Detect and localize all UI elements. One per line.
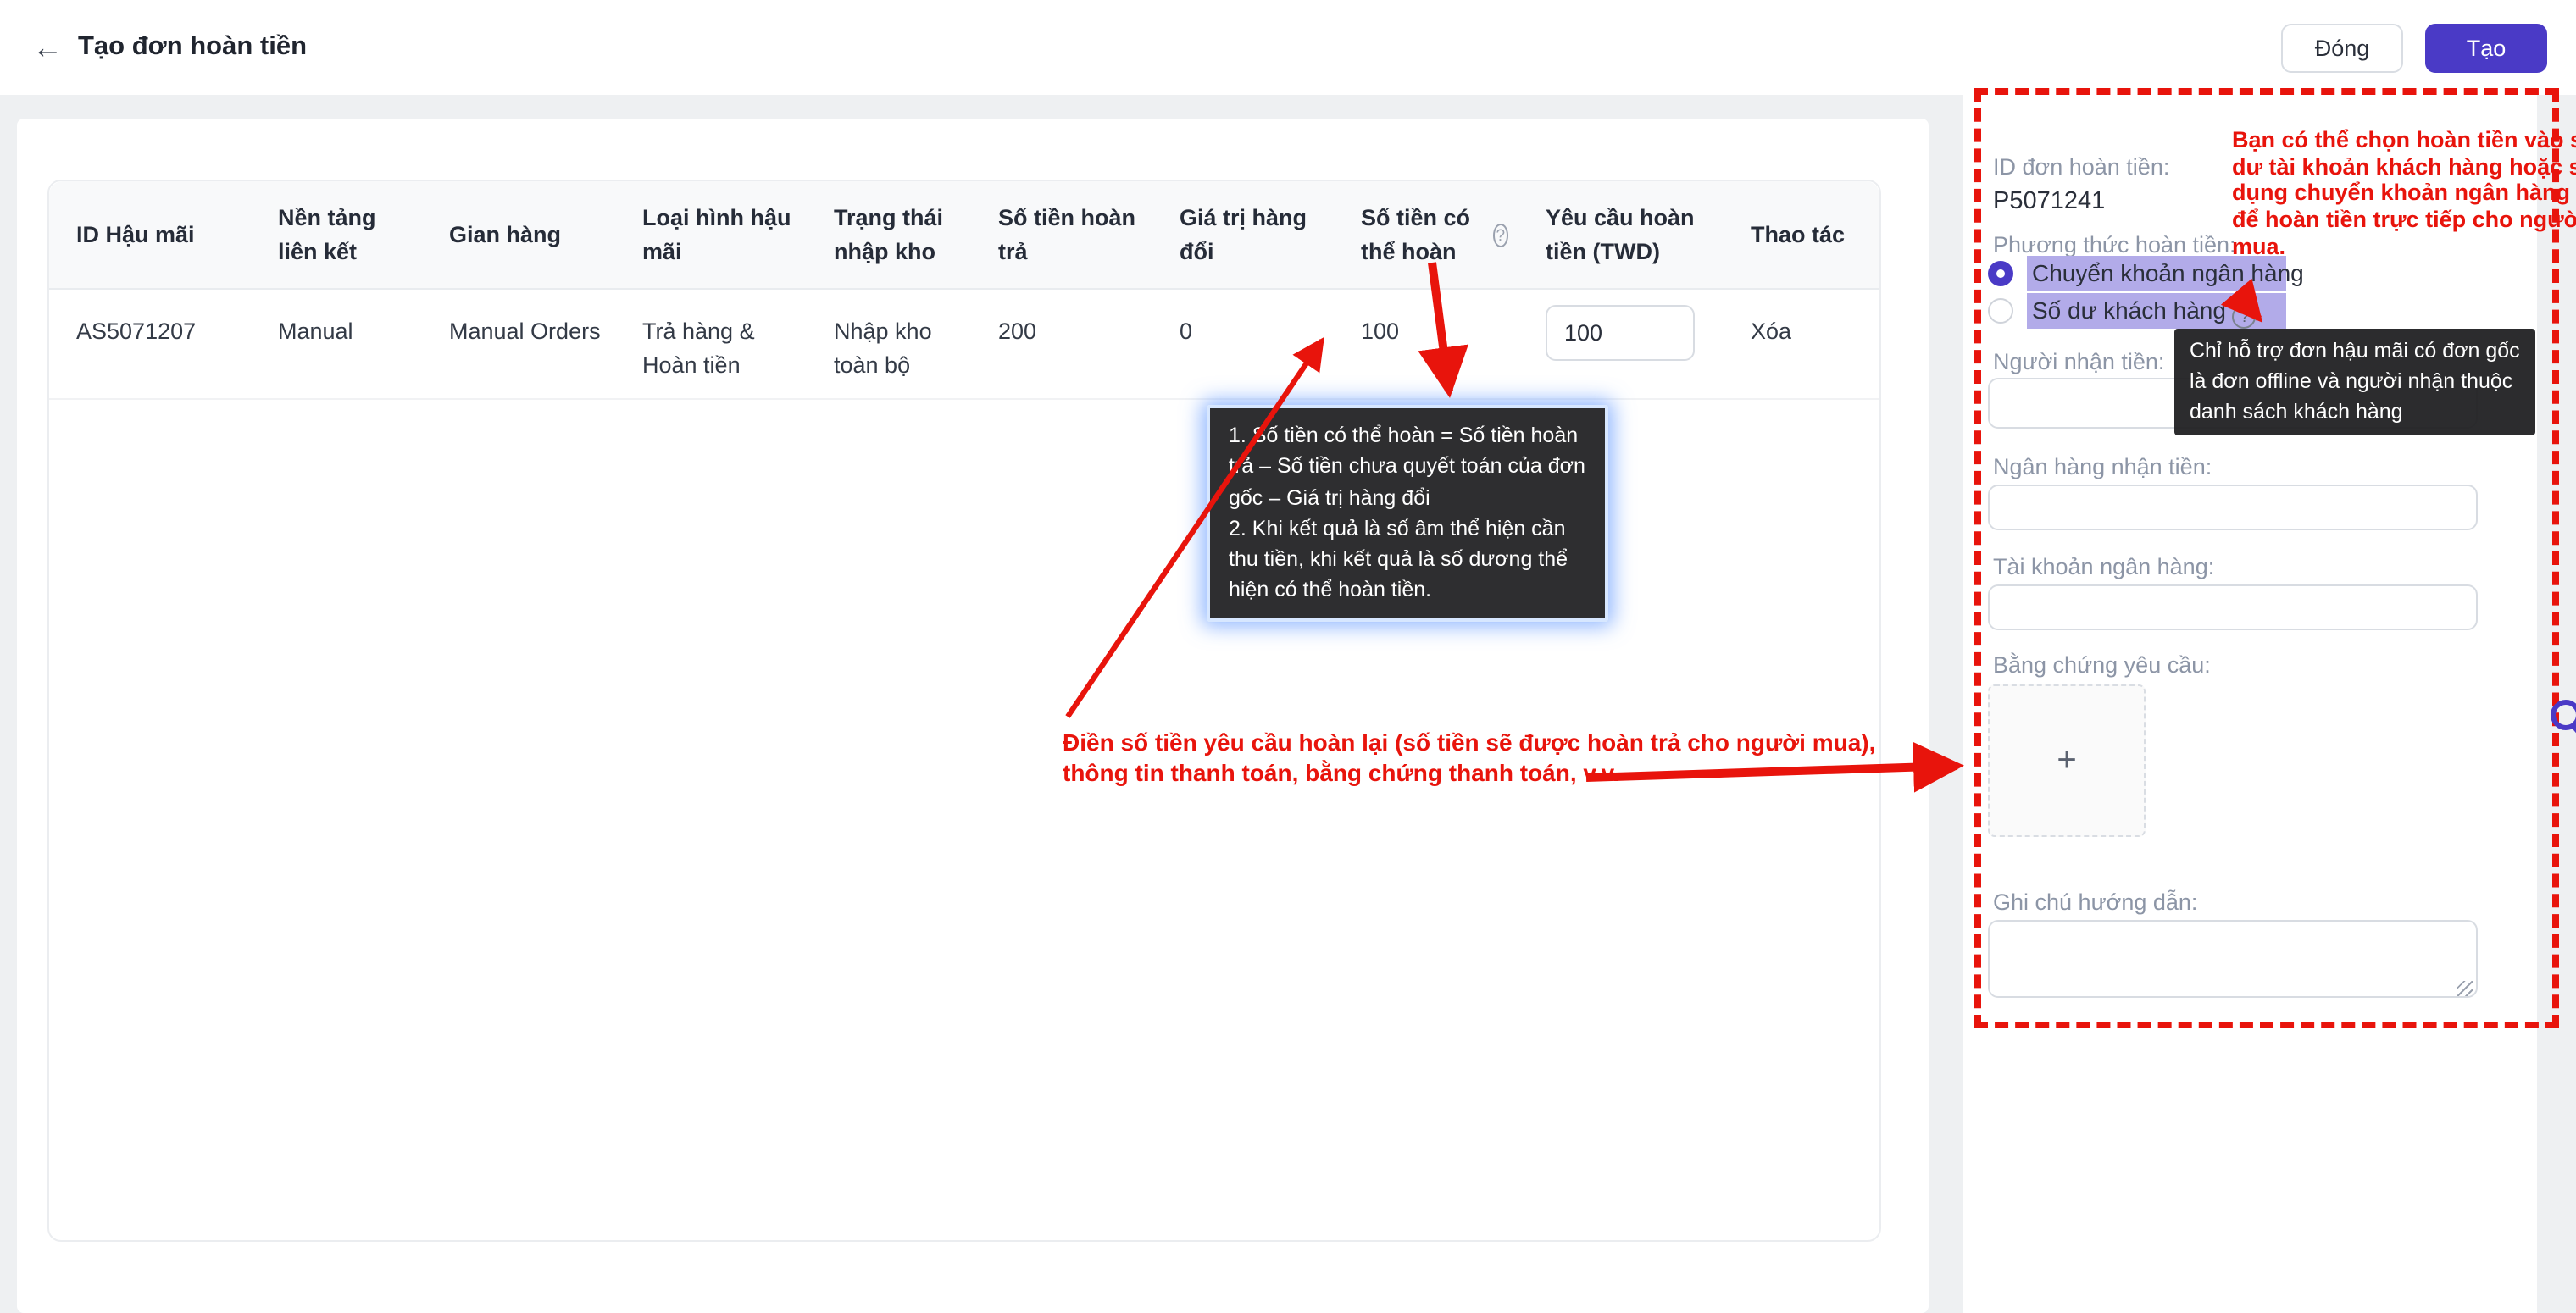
back-arrow-icon[interactable]: ← bbox=[27, 27, 68, 68]
receiver-label: Người nhận tiền: bbox=[1993, 349, 2164, 374]
cell-type: Trả hàng & Hoàn tiền bbox=[615, 290, 807, 398]
cell-warehouse-status: Nhập kho toàn bộ bbox=[807, 290, 971, 398]
refundable-formula-tooltip: 1. Số tiền có thể hoàn = Số tiền hoàn tr… bbox=[1207, 405, 1608, 621]
col-header-exchange-value: Giá trị hàng đổi bbox=[1152, 181, 1334, 288]
cell-request-amount bbox=[1518, 290, 1724, 398]
upload-evidence-button[interactable]: + bbox=[1988, 684, 2146, 837]
delete-row-button[interactable]: Xóa bbox=[1724, 290, 1879, 398]
cell-refundable: 100 bbox=[1334, 290, 1518, 398]
aftersales-table: ID Hậu mãi Nền tảng liên kết Gian hàng L… bbox=[47, 180, 1881, 1242]
method-note-line: Bạn có thể chọn hoàn tiền vào số bbox=[2232, 127, 2576, 153]
method-option-bank-transfer[interactable]: Chuyển khoản ngân hàng bbox=[1988, 256, 2286, 291]
cell-store: Manual Orders bbox=[422, 290, 615, 398]
radio-selected-icon[interactable] bbox=[1988, 261, 2013, 286]
col-header-type: Loại hình hậu mãi bbox=[615, 181, 807, 288]
note-label: Ghi chú hướng dẫn: bbox=[1993, 889, 2197, 915]
fill-amount-annotation-line1: Điền số tiền yêu cầu hoàn lại (số tiền s… bbox=[1063, 729, 1875, 759]
refund-method-label: Phương thức hoàn tiền: bbox=[1993, 232, 2236, 258]
cell-refund-amount: 200 bbox=[971, 290, 1152, 398]
bank-label: Ngân hàng nhận tiền: bbox=[1993, 454, 2212, 479]
fill-amount-annotation: Điền số tiền yêu cầu hoàn lại (số tiền s… bbox=[1063, 729, 1875, 789]
refund-id-label: ID đơn hoàn tiền: bbox=[1993, 154, 2169, 180]
cell-id: AS5071207 bbox=[49, 290, 251, 398]
page-header: ← Tạo đơn hoàn tiền Đóng Tạo bbox=[0, 0, 2576, 95]
create-button[interactable]: Tạo bbox=[2425, 24, 2547, 73]
method-note-line: dụng chuyển khoản ngân hàng bbox=[2232, 180, 2576, 207]
formula-tooltip-line1: 1. Số tiền có thể hoàn = Số tiền hoàn tr… bbox=[1229, 420, 1586, 513]
fill-amount-annotation-line2: thông tin thanh toán, bằng chứng thanh t… bbox=[1063, 759, 1875, 789]
bank-account-label: Tài khoản ngân hàng: bbox=[1993, 554, 2214, 579]
cell-exchange-value: 0 bbox=[1152, 290, 1334, 398]
page-title: Tạo đơn hoàn tiền bbox=[78, 32, 307, 63]
col-header-refundable-label: Số tiền có thể hoàn bbox=[1361, 202, 1488, 268]
col-header-actions: Thao tác bbox=[1724, 181, 1879, 288]
col-header-refund-amount: Số tiền hoàn trả bbox=[971, 181, 1152, 288]
balance-tooltip: Chỉ hỗ trợ đơn hậu mãi có đơn gốc là đơn… bbox=[2174, 329, 2535, 436]
table-header-row: ID Hậu mãi Nền tảng liên kết Gian hàng L… bbox=[49, 181, 1879, 290]
col-header-refundable: Số tiền có thể hoàn? bbox=[1334, 181, 1518, 288]
evidence-label: Bằng chứng yêu cầu: bbox=[1993, 652, 2211, 678]
help-icon[interactable]: ? bbox=[1493, 223, 1508, 247]
col-header-platform: Nền tảng liên kết bbox=[251, 181, 422, 288]
method-option-customer-balance[interactable]: Số dư khách hàng? bbox=[1988, 293, 2286, 329]
formula-tooltip-line2: 2. Khi kết quả là số âm thể hiện cần thu… bbox=[1229, 513, 1586, 607]
method-note-line: để hoàn tiền trực tiếp cho người bbox=[2232, 207, 2576, 233]
magnifier-cursor-icon bbox=[2547, 691, 2576, 742]
balance-help-icon[interactable]: ? bbox=[2233, 305, 2257, 329]
create-refund-page: ← Tạo đơn hoàn tiền Đóng Tạo Yêu cầu hoà… bbox=[0, 0, 2576, 1313]
col-header-store: Gian hàng bbox=[422, 181, 615, 288]
table-row: AS5071207 Manual Manual Orders Trả hàng … bbox=[49, 290, 1879, 400]
cell-platform: Manual bbox=[251, 290, 422, 398]
col-header-warehouse-status: Trạng thái nhập kho bbox=[807, 181, 971, 288]
customer-balance-text: Số dư khách hàng bbox=[2032, 296, 2226, 324]
radio-unselected-icon[interactable] bbox=[1988, 298, 2013, 324]
method-option-customer-balance-label: Số dư khách hàng? bbox=[2027, 293, 2286, 329]
request-amount-input[interactable] bbox=[1546, 305, 1695, 361]
col-header-id: ID Hậu mãi bbox=[49, 181, 251, 288]
refund-id-value: P5071241 bbox=[1993, 188, 2105, 215]
method-note-line: dư tài khoản khách hàng hoặc sử bbox=[2232, 153, 2576, 180]
instruction-note-textarea[interactable] bbox=[1988, 920, 2478, 998]
close-button[interactable]: Đóng bbox=[2281, 24, 2403, 73]
method-choice-annotation: Bạn có thể chọn hoàn tiền vào số dư tài … bbox=[2232, 127, 2576, 260]
bank-input[interactable] bbox=[1988, 485, 2478, 530]
method-option-bank-transfer-label: Chuyển khoản ngân hàng bbox=[2027, 256, 2286, 291]
method-note-line: mua. bbox=[2232, 233, 2576, 259]
col-header-request-amount: Yêu cầu hoàn tiền (TWD) bbox=[1518, 181, 1724, 288]
bank-account-input[interactable] bbox=[1988, 584, 2478, 630]
